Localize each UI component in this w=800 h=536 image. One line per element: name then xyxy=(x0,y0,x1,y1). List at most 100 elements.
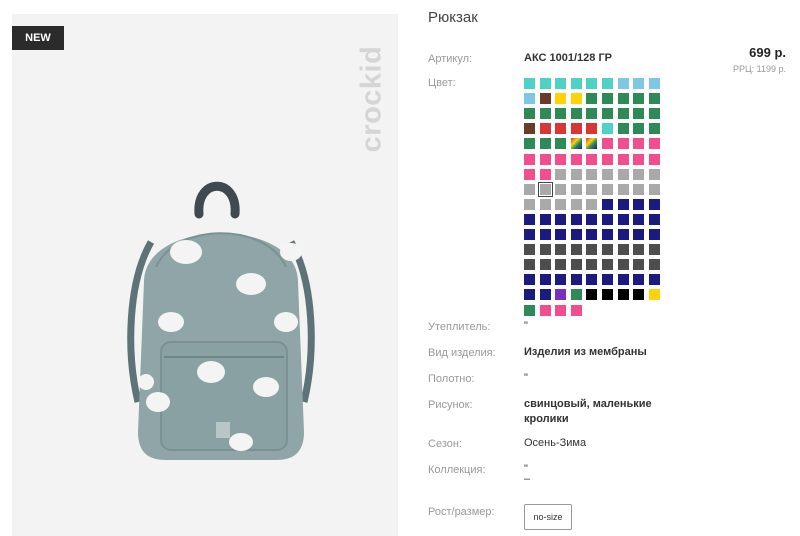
color-swatch[interactable] xyxy=(602,123,613,135)
color-swatch[interactable] xyxy=(570,229,582,240)
color-swatch[interactable] xyxy=(617,168,629,180)
color-swatch[interactable] xyxy=(555,274,567,286)
color-swatch[interactable] xyxy=(648,274,660,286)
color-swatch[interactable] xyxy=(570,123,582,135)
color-swatch[interactable] xyxy=(539,78,551,89)
color-swatch[interactable] xyxy=(524,123,535,135)
color-swatch[interactable] xyxy=(570,183,582,195)
color-swatch[interactable] xyxy=(586,198,598,210)
color-swatch[interactable] xyxy=(586,168,598,180)
color-swatch[interactable] xyxy=(602,108,613,120)
color-swatch[interactable] xyxy=(617,198,629,210)
color-swatch[interactable] xyxy=(586,183,598,195)
color-swatch[interactable] xyxy=(539,153,551,165)
color-swatch[interactable] xyxy=(633,229,645,240)
color-swatch[interactable] xyxy=(602,183,613,195)
color-swatch[interactable] xyxy=(633,259,645,271)
color-swatch[interactable] xyxy=(586,93,598,105)
color-swatch[interactable] xyxy=(524,289,535,301)
color-swatch[interactable] xyxy=(524,259,535,271)
color-swatch[interactable] xyxy=(586,213,598,225)
color-swatch-multicolor[interactable] xyxy=(570,138,582,150)
color-swatch[interactable] xyxy=(602,78,613,89)
color-swatch[interactable] xyxy=(570,93,582,105)
color-swatch[interactable] xyxy=(586,153,598,165)
color-swatch[interactable] xyxy=(602,274,613,286)
color-swatch[interactable] xyxy=(602,259,613,271)
color-swatch[interactable] xyxy=(555,198,567,210)
color-swatch[interactable] xyxy=(648,183,660,195)
color-swatch[interactable] xyxy=(617,289,629,301)
color-swatch[interactable] xyxy=(586,229,598,240)
color-swatch[interactable] xyxy=(555,108,567,120)
color-swatch[interactable] xyxy=(524,244,535,256)
color-swatch[interactable] xyxy=(524,304,535,316)
color-swatch[interactable] xyxy=(602,229,613,240)
color-swatch[interactable] xyxy=(555,304,567,316)
color-swatch[interactable] xyxy=(524,183,535,195)
color-swatch[interactable] xyxy=(648,213,660,225)
color-swatch[interactable] xyxy=(633,93,645,105)
color-swatch[interactable] xyxy=(586,259,598,271)
product-image[interactable] xyxy=(116,172,326,462)
color-swatch[interactable] xyxy=(633,153,645,165)
color-swatch[interactable] xyxy=(539,168,551,180)
color-swatch[interactable] xyxy=(570,168,582,180)
color-swatch[interactable] xyxy=(602,153,613,165)
color-swatch[interactable] xyxy=(555,259,567,271)
color-swatch[interactable] xyxy=(617,108,629,120)
color-swatch[interactable] xyxy=(648,108,660,120)
size-option-button[interactable]: no-size xyxy=(524,504,572,530)
color-swatch[interactable] xyxy=(633,78,645,89)
color-swatch[interactable] xyxy=(648,93,660,105)
color-swatch[interactable] xyxy=(570,274,582,286)
color-swatch[interactable] xyxy=(633,168,645,180)
color-swatch[interactable] xyxy=(602,213,613,225)
color-swatch[interactable] xyxy=(570,259,582,271)
color-swatch[interactable] xyxy=(617,259,629,271)
color-swatch[interactable] xyxy=(539,93,551,105)
color-swatch[interactable] xyxy=(539,229,551,240)
color-swatch[interactable] xyxy=(570,304,582,316)
color-swatch[interactable] xyxy=(524,138,535,150)
color-swatch[interactable] xyxy=(539,304,551,316)
color-swatch[interactable] xyxy=(586,244,598,256)
color-swatch[interactable] xyxy=(617,78,629,89)
color-swatch[interactable] xyxy=(586,123,598,135)
color-swatch[interactable] xyxy=(648,168,660,180)
color-swatch[interactable] xyxy=(555,78,567,89)
color-swatch[interactable] xyxy=(602,289,613,301)
color-swatch[interactable] xyxy=(539,244,551,256)
color-swatch[interactable] xyxy=(539,123,551,135)
color-swatch[interactable] xyxy=(539,138,551,150)
color-swatch[interactable] xyxy=(570,78,582,89)
color-swatch[interactable] xyxy=(633,108,645,120)
color-swatch[interactable] xyxy=(648,78,660,89)
color-swatch[interactable] xyxy=(586,108,598,120)
color-swatch[interactable] xyxy=(602,93,613,105)
color-swatch[interactable] xyxy=(648,289,660,301)
color-swatch[interactable] xyxy=(539,108,551,120)
color-swatch[interactable] xyxy=(617,213,629,225)
color-swatch[interactable] xyxy=(648,153,660,165)
color-swatch[interactable] xyxy=(539,198,551,210)
color-swatch[interactable] xyxy=(648,138,660,150)
color-swatch[interactable] xyxy=(570,153,582,165)
color-swatch[interactable] xyxy=(648,198,660,210)
color-swatch[interactable] xyxy=(539,213,551,225)
color-swatch[interactable] xyxy=(633,138,645,150)
color-swatch[interactable] xyxy=(539,259,551,271)
color-swatch[interactable] xyxy=(555,138,567,150)
color-swatch[interactable] xyxy=(555,229,567,240)
color-swatch[interactable] xyxy=(633,198,645,210)
color-swatch[interactable] xyxy=(633,183,645,195)
color-swatch[interactable] xyxy=(586,78,598,89)
color-swatch[interactable] xyxy=(555,123,567,135)
color-swatch[interactable] xyxy=(633,244,645,256)
color-swatch[interactable] xyxy=(555,289,567,301)
color-swatch[interactable] xyxy=(617,244,629,256)
color-swatch[interactable] xyxy=(586,274,598,286)
color-swatch[interactable] xyxy=(633,213,645,225)
color-swatch[interactable] xyxy=(524,93,535,105)
color-swatch[interactable] xyxy=(633,123,645,135)
